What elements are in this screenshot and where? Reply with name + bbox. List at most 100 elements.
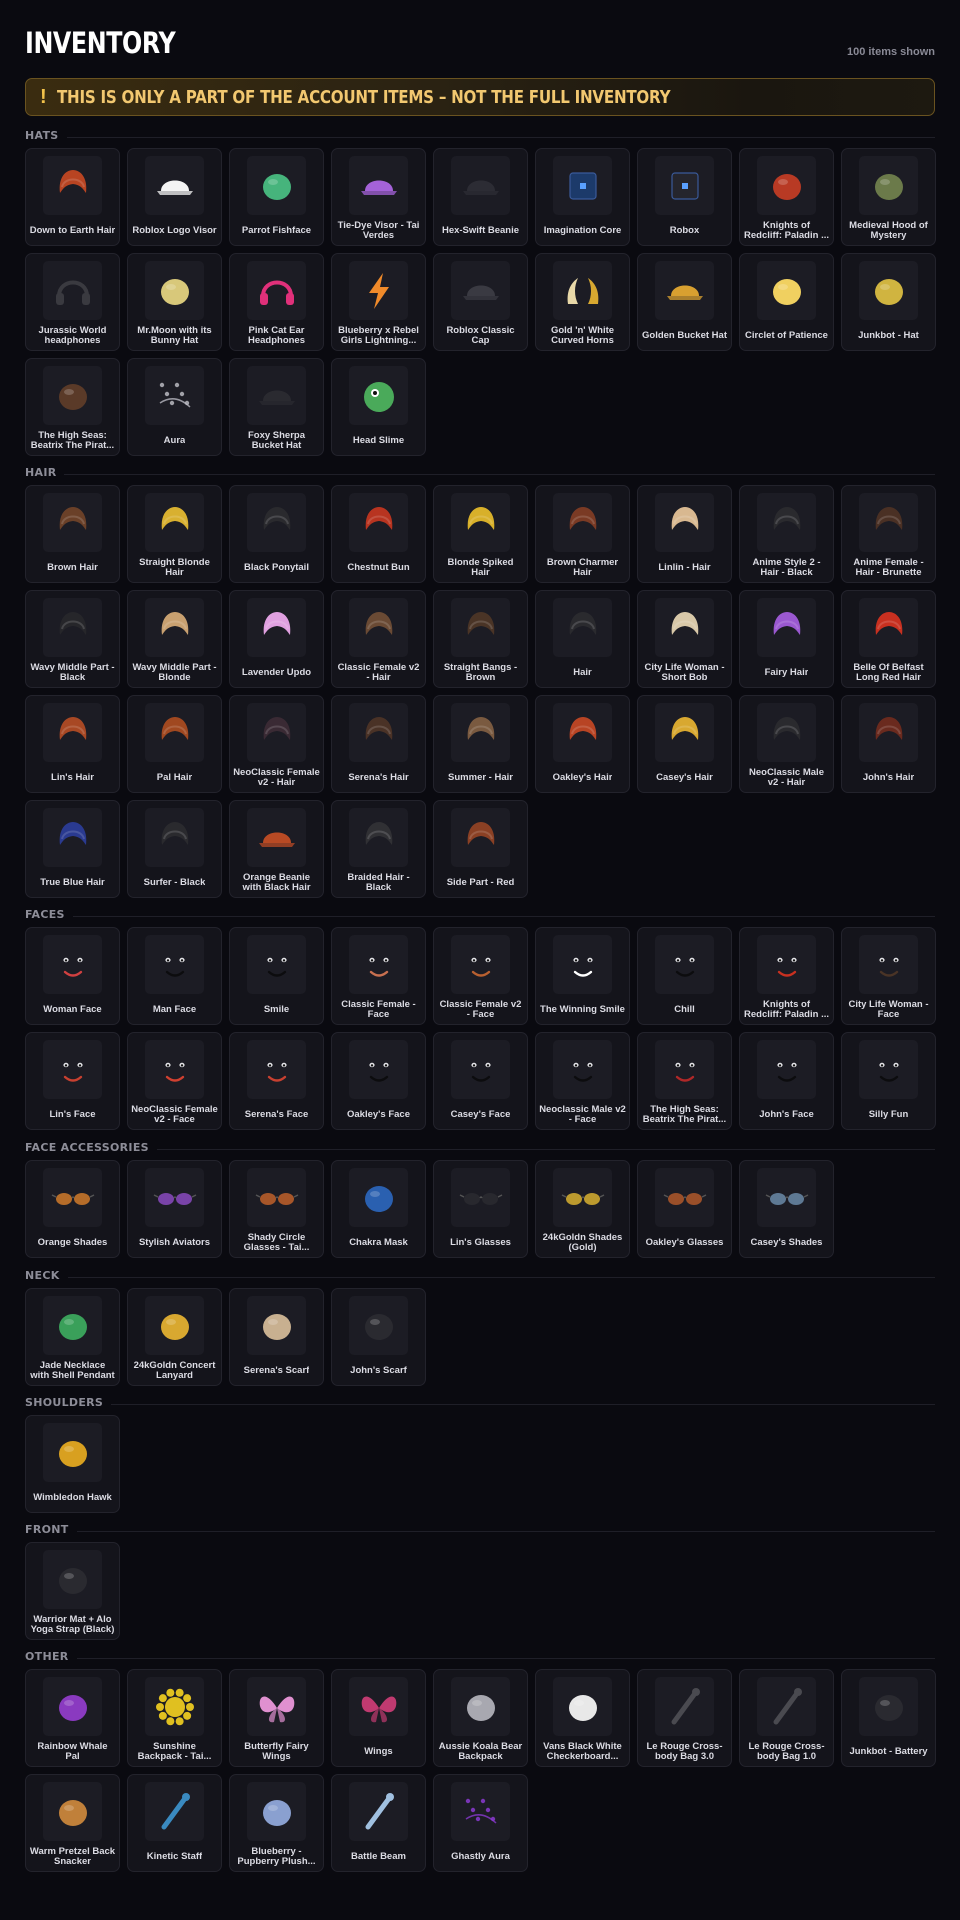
- item-card[interactable]: Brown Charmer Hair: [535, 485, 630, 583]
- item-card[interactable]: Chestnut Bun: [331, 485, 426, 583]
- item-card[interactable]: Casey's Shades: [739, 1160, 834, 1258]
- item-card[interactable]: Le Rouge Cross-body Bag 3.0: [637, 1669, 732, 1767]
- item-card[interactable]: Knights of Redcliff: Paladin ...: [739, 148, 834, 246]
- item-card[interactable]: Hair: [535, 590, 630, 688]
- item-card[interactable]: Wavy Middle Part - Blonde: [127, 590, 222, 688]
- item-card[interactable]: NeoClassic Female v2 - Hair: [229, 695, 324, 793]
- item-card[interactable]: Warrior Mat + Alo Yoga Strap (Black): [25, 1542, 120, 1640]
- item-card[interactable]: John's Hair: [841, 695, 936, 793]
- item-card[interactable]: Vans Black White Checkerboard...: [535, 1669, 630, 1767]
- item-card[interactable]: Sunshine Backpack - Tai...: [127, 1669, 222, 1767]
- item-card[interactable]: Classic Female v2 - Hair: [331, 590, 426, 688]
- item-card[interactable]: Serena's Scarf: [229, 1288, 324, 1386]
- item-card[interactable]: John's Face: [739, 1032, 834, 1130]
- item-card[interactable]: Surfer - Black: [127, 800, 222, 898]
- item-card[interactable]: Tie-Dye Visor - Tai Verdes: [331, 148, 426, 246]
- item-card[interactable]: The High Seas: Beatrix The Pirat...: [25, 358, 120, 456]
- item-card[interactable]: Lin's Glasses: [433, 1160, 528, 1258]
- item-card[interactable]: Classic Female - Face: [331, 927, 426, 1025]
- item-card[interactable]: Wings: [331, 1669, 426, 1767]
- item-card[interactable]: NeoClassic Male v2 - Hair: [739, 695, 834, 793]
- item-card[interactable]: Hex-Swift Beanie: [433, 148, 528, 246]
- item-card[interactable]: Casey's Face: [433, 1032, 528, 1130]
- item-card[interactable]: Aussie Koala Bear Backpack: [433, 1669, 528, 1767]
- item-card[interactable]: 24kGoldn Concert Lanyard: [127, 1288, 222, 1386]
- item-card[interactable]: Woman Face: [25, 927, 120, 1025]
- item-card[interactable]: Circlet of Patience: [739, 253, 834, 351]
- item-card[interactable]: The Winning Smile: [535, 927, 630, 1025]
- item-card[interactable]: Kinetic Staff: [127, 1774, 222, 1872]
- item-card[interactable]: Knights of Redcliff: Paladin ...: [739, 927, 834, 1025]
- item-card[interactable]: Serena's Hair: [331, 695, 426, 793]
- item-card[interactable]: Le Rouge Cross-body Bag 1.0: [739, 1669, 834, 1767]
- item-card[interactable]: 24kGoldn Shades (Gold): [535, 1160, 630, 1258]
- item-card[interactable]: John's Scarf: [331, 1288, 426, 1386]
- item-card[interactable]: Parrot Fishface: [229, 148, 324, 246]
- item-card[interactable]: Golden Bucket Hat: [637, 253, 732, 351]
- item-card[interactable]: Smile: [229, 927, 324, 1025]
- item-card[interactable]: Orange Beanie with Black Hair: [229, 800, 324, 898]
- item-card[interactable]: Blueberry x Rebel Girls Lightning...: [331, 253, 426, 351]
- item-card[interactable]: The High Seas: Beatrix The Pirat...: [637, 1032, 732, 1130]
- item-card[interactable]: Ghastly Aura: [433, 1774, 528, 1872]
- item-card[interactable]: Anime Style 2 - Hair - Black: [739, 485, 834, 583]
- item-card[interactable]: City Life Woman - Short Bob: [637, 590, 732, 688]
- item-card[interactable]: Junkbot - Battery: [841, 1669, 936, 1767]
- item-card[interactable]: Mr.Moon with its Bunny Hat: [127, 253, 222, 351]
- item-card[interactable]: Side Part - Red: [433, 800, 528, 898]
- item-card[interactable]: Lin's Face: [25, 1032, 120, 1130]
- item-card[interactable]: NeoClassic Female v2 - Face: [127, 1032, 222, 1130]
- item-card[interactable]: Warm Pretzel Back Snacker: [25, 1774, 120, 1872]
- item-card[interactable]: Straight Blonde Hair: [127, 485, 222, 583]
- item-card[interactable]: Shady Circle Glasses - Tai...: [229, 1160, 324, 1258]
- item-card[interactable]: Classic Female v2 - Face: [433, 927, 528, 1025]
- item-card[interactable]: Foxy Sherpa Bucket Hat: [229, 358, 324, 456]
- item-card[interactable]: Chakra Mask: [331, 1160, 426, 1258]
- item-card[interactable]: Blueberry - Pupberry Plush...: [229, 1774, 324, 1872]
- item-card[interactable]: Orange Shades: [25, 1160, 120, 1258]
- item-card[interactable]: Medieval Hood of Mystery: [841, 148, 936, 246]
- item-card[interactable]: Rainbow Whale Pal: [25, 1669, 120, 1767]
- item-card[interactable]: Chill: [637, 927, 732, 1025]
- item-card[interactable]: Straight Bangs - Brown: [433, 590, 528, 688]
- item-card[interactable]: Serena's Face: [229, 1032, 324, 1130]
- item-card[interactable]: Junkbot - Hat: [841, 253, 936, 351]
- item-card[interactable]: Silly Fun: [841, 1032, 936, 1130]
- item-card[interactable]: Braided Hair - Black: [331, 800, 426, 898]
- item-card[interactable]: Anime Female - Hair - Brunette: [841, 485, 936, 583]
- item-card[interactable]: Wimbledon Hawk: [25, 1415, 120, 1513]
- item-card[interactable]: Stylish Aviators: [127, 1160, 222, 1258]
- item-card[interactable]: Pink Cat Ear Headphones: [229, 253, 324, 351]
- item-card[interactable]: True Blue Hair: [25, 800, 120, 898]
- item-card[interactable]: Oakley's Glasses: [637, 1160, 732, 1258]
- item-card[interactable]: Battle Beam: [331, 1774, 426, 1872]
- item-card[interactable]: Black Ponytail: [229, 485, 324, 583]
- item-card[interactable]: Summer - Hair: [433, 695, 528, 793]
- item-card[interactable]: Down to Earth Hair: [25, 148, 120, 246]
- item-card[interactable]: Oakley's Hair: [535, 695, 630, 793]
- item-card[interactable]: Brown Hair: [25, 485, 120, 583]
- item-card[interactable]: Robox: [637, 148, 732, 246]
- item-card[interactable]: Jurassic World headphones: [25, 253, 120, 351]
- item-card[interactable]: Imagination Core: [535, 148, 630, 246]
- item-card[interactable]: Neoclassic Male v2 - Face: [535, 1032, 630, 1130]
- item-card[interactable]: Belle Of Belfast Long Red Hair: [841, 590, 936, 688]
- item-card[interactable]: Aura: [127, 358, 222, 456]
- item-card[interactable]: Linlin - Hair: [637, 485, 732, 583]
- item-card[interactable]: Blonde Spiked Hair: [433, 485, 528, 583]
- item-card[interactable]: Jade Necklace with Shell Pendant: [25, 1288, 120, 1386]
- item-card[interactable]: Gold 'n' White Curved Horns: [535, 253, 630, 351]
- item-card[interactable]: Roblox Logo Visor: [127, 148, 222, 246]
- item-card[interactable]: City Life Woman - Face: [841, 927, 936, 1025]
- item-card[interactable]: Roblox Classic Cap: [433, 253, 528, 351]
- item-card[interactable]: Man Face: [127, 927, 222, 1025]
- item-card[interactable]: Pal Hair: [127, 695, 222, 793]
- item-card[interactable]: Butterfly Fairy Wings: [229, 1669, 324, 1767]
- item-card[interactable]: Oakley's Face: [331, 1032, 426, 1130]
- item-card[interactable]: Casey's Hair: [637, 695, 732, 793]
- item-card[interactable]: Head Slime: [331, 358, 426, 456]
- item-card[interactable]: Wavy Middle Part - Black: [25, 590, 120, 688]
- item-card[interactable]: Lin's Hair: [25, 695, 120, 793]
- item-card[interactable]: Lavender Updo: [229, 590, 324, 688]
- item-card[interactable]: Fairy Hair: [739, 590, 834, 688]
